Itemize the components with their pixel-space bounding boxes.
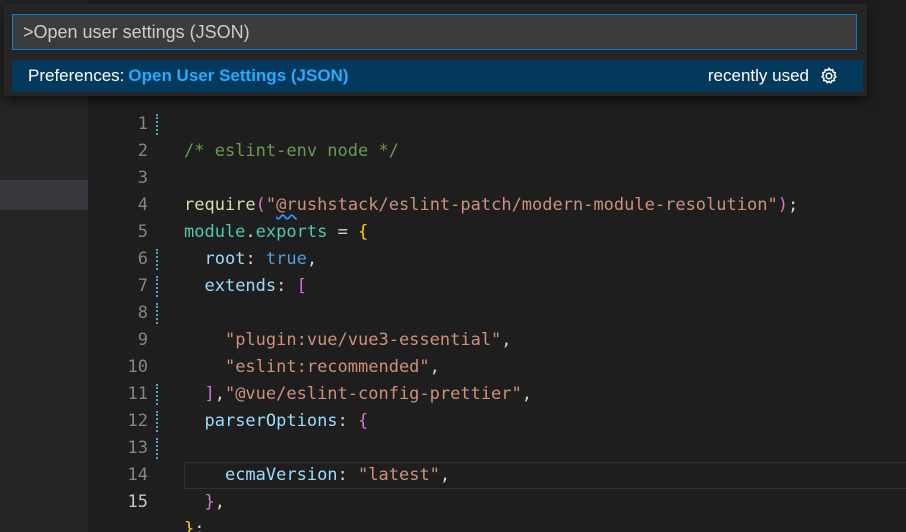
code-line[interactable]: 6 extends: [ — [88, 219, 906, 296]
code-line[interactable]: 10 ], — [88, 327, 906, 404]
indent-guide — [156, 303, 158, 324]
code-line[interactable]: 8 "eslint:recommended", — [88, 273, 906, 377]
line-number: 15 — [127, 492, 148, 512]
code-line[interactable]: 13 }, — [88, 408, 906, 512]
code-line[interactable]: 9 "@vue/eslint-config-prettier", — [88, 300, 906, 404]
code-line[interactable]: 11 parserOptions: { — [88, 354, 906, 431]
gear-icon[interactable] — [819, 66, 839, 86]
code-line[interactable]: 12 ecmaVersion: "latest", — [88, 381, 906, 485]
command-palette: Preferences: Open User Settings (JSON) r… — [4, 4, 867, 96]
code-line[interactable]: 3 — [88, 138, 906, 188]
indent-guide — [156, 411, 158, 432]
code-line[interactable]: 4 module.exports = { — [88, 165, 906, 242]
code-line[interactable]: 7 "plugin:vue/vue3-essential", — [88, 246, 906, 350]
code-line[interactable]: 2 require("@rushstack/eslint-patch/moder… — [88, 111, 906, 215]
code-line[interactable]: 14 }; — [88, 435, 906, 532]
command-category: Preferences: — [28, 66, 125, 85]
indent-guide — [156, 384, 158, 405]
indent-guide — [156, 438, 158, 459]
command-palette-item-selected[interactable]: Preferences: Open User Settings (JSON) r… — [12, 60, 863, 92]
code-editor[interactable]: 1 /* eslint-env node */ 2 require("@rush… — [88, 85, 906, 532]
indent-guide — [156, 249, 158, 270]
code-line-active[interactable]: 15 — [88, 462, 906, 512]
current-line-highlight — [184, 462, 906, 489]
command-label: Open User Settings (JSON) — [128, 66, 349, 85]
indent-guide — [156, 276, 158, 297]
code-text: }; — [184, 519, 205, 532]
command-palette-input[interactable] — [12, 14, 857, 50]
vscode-window: 1 /* eslint-env node */ 2 require("@rush… — [0, 0, 906, 532]
recently-used-hint: recently used — [707, 66, 809, 85]
indent-guide — [156, 114, 158, 135]
code-line[interactable]: 5 root: true, — [88, 192, 906, 269]
code-text: }, — [204, 492, 225, 512]
sidebar-selected-item[interactable] — [0, 180, 88, 210]
